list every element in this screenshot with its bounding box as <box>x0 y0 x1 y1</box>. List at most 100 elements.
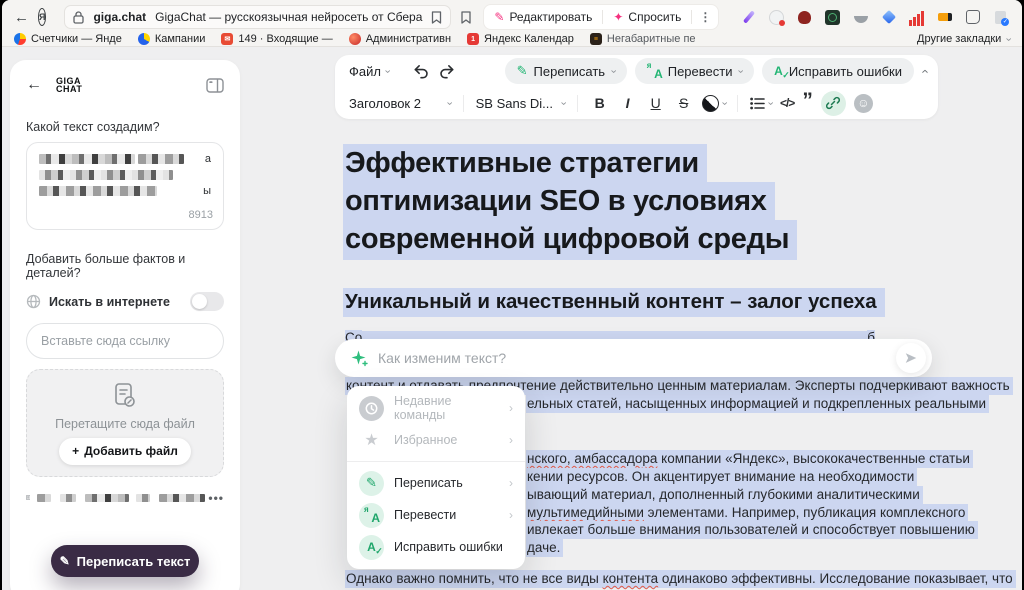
document-h1-line: современной цифровой среды <box>345 223 797 256</box>
bookmark-label: 149 · Входящие — <box>238 33 332 45</box>
font-select[interactable]: SB Sans Di... › <box>476 96 565 111</box>
rewrite-action-button[interactable]: ✎ Переписать › <box>505 58 627 84</box>
bookmark-item[interactable]: Кампании <box>138 33 206 45</box>
extension-icon[interactable] <box>880 9 897 26</box>
extension-icon[interactable] <box>964 9 981 26</box>
more-actions-icon[interactable]: ⋮ <box>692 5 718 29</box>
add-file-label: Добавить файл <box>84 444 178 458</box>
link-icon <box>826 96 840 110</box>
bold-button[interactable]: B <box>590 95 610 111</box>
collapse-panel-icon[interactable] <box>206 78 224 93</box>
attached-file-row[interactable]: ••• <box>10 490 240 505</box>
document-h1-line: Эффективные стратегии <box>345 147 707 180</box>
chevron-down-icon: › <box>765 101 776 105</box>
menu-item-fix-errors[interactable]: A✓ Исправить ошибки <box>347 531 525 563</box>
bookmark-item[interactable]: ✉ 149 · Входящие — <box>221 33 332 45</box>
translate-icon: яA <box>647 64 662 79</box>
link-input[interactable] <box>26 323 224 359</box>
italic-button[interactable]: I <box>618 95 638 111</box>
quote-button[interactable]: ” <box>802 97 813 109</box>
collapse-toolbar-icon[interactable]: › <box>917 69 932 73</box>
chevron-right-icon: › <box>509 433 513 447</box>
prompt-label: Какой текст создадим? <box>10 94 240 142</box>
ask-neuro-button[interactable]: ✦ Спросить <box>603 5 691 29</box>
menu-item-translate[interactable]: яA Перевести › <box>347 499 525 531</box>
translate-action-button[interactable]: яA Перевести › <box>635 58 754 84</box>
bookmark-item[interactable]: Счетчики — Янде <box>14 33 122 45</box>
link-button[interactable] <box>821 91 846 116</box>
divider <box>737 95 738 112</box>
misspelled-word: контента <box>603 571 659 586</box>
dropzone-label: Перетащите сюда файл <box>55 417 195 431</box>
edit-page-button[interactable]: ✎ Редактировать <box>484 5 602 29</box>
address-row: ← Я giga.chat GigaChat — русскоязычная н… <box>2 0 1022 31</box>
direct-favicon <box>138 33 150 45</box>
file-edit-icon <box>113 382 137 410</box>
chevron-down-icon: › <box>735 69 746 73</box>
bookmark-item[interactable]: 1 Яндекс Календар <box>467 33 574 45</box>
paragraph-style-select[interactable]: Заголовок 2 › <box>349 96 451 111</box>
extension-icon[interactable] <box>824 9 841 26</box>
send-button[interactable] <box>896 343 926 373</box>
back-icon[interactable]: ← <box>14 10 29 25</box>
collections-icon[interactable] <box>460 11 472 24</box>
strikethrough-button[interactable]: S <box>674 95 694 111</box>
add-file-button[interactable]: + Добавить файл <box>59 438 191 465</box>
ask-sparkle-icon: ✦ <box>613 10 623 24</box>
web-search-toggle[interactable] <box>190 292 224 311</box>
fix-errors-label: Исправить ошибки <box>789 64 902 79</box>
bookmark-item[interactable]: ≡ Негабаритные пе <box>590 33 696 45</box>
extension-icon[interactable] <box>740 9 757 26</box>
gigachat-logo: GIGA CHAT <box>56 77 82 93</box>
document-h2: Уникальный и качественный контент – зало… <box>345 290 885 314</box>
sparkle-icon <box>351 350 368 367</box>
body-line: нского, амбассадора компании «Яндекс», в… <box>526 450 973 468</box>
menu-item-recent[interactable]: Недавние команды › <box>347 392 525 424</box>
prompt-textarea[interactable]: а ы 8913 <box>26 142 224 230</box>
address-bar[interactable]: giga.chat GigaChat — русскоязычная нейро… <box>64 5 451 29</box>
emoji-button[interactable]: ☺ <box>854 94 873 113</box>
extension-icon[interactable] <box>768 9 785 26</box>
back-arrow-icon[interactable]: ← <box>26 76 42 94</box>
ai-command-bar[interactable]: Как изменим текст? <box>335 339 932 377</box>
fix-errors-action-button[interactable]: A✓ Исправить ошибки <box>762 58 914 84</box>
underline-button[interactable]: U <box>646 95 666 111</box>
file-more-actions-icon[interactable]: ••• <box>208 491 224 505</box>
menu-item-rewrite[interactable]: ✎ Переписать › <box>347 467 525 499</box>
download-icon[interactable] <box>1020 9 1022 26</box>
extension-icon[interactable] <box>936 9 953 26</box>
char-counter: 8913 <box>189 209 213 221</box>
censored-text-line <box>39 170 211 180</box>
web-search-label: Искать в интернете <box>49 295 170 309</box>
document-icon <box>26 490 30 505</box>
extension-icon[interactable]: ✓ <box>992 9 1009 26</box>
bookmark-item[interactable]: Административн <box>349 33 451 45</box>
menu-item-label: Исправить ошибки <box>394 540 513 554</box>
visible-char: ы <box>203 185 211 197</box>
code-button[interactable]: </> <box>780 96 794 110</box>
rewrite-text-button[interactable]: ✎ Переписать текст <box>51 545 199 577</box>
extension-icon[interactable] <box>796 9 813 26</box>
list-button[interactable]: › <box>750 97 772 110</box>
mail-favicon: ✉ <box>221 33 233 45</box>
file-menu[interactable]: Файл › <box>349 64 389 79</box>
bookmark-ribbon-icon[interactable] <box>431 11 442 24</box>
yandex-browser-icon[interactable]: Я <box>38 8 46 26</box>
extension-icon[interactable] <box>852 9 869 26</box>
plus-icon: + <box>72 444 79 458</box>
color-circle-icon <box>702 95 719 112</box>
misspelled-word: мультимедийными <box>527 505 644 520</box>
browser-action-buttons: ✎ Редактировать ✦ Спросить ⋮ <box>483 4 719 30</box>
command-dropdown: Недавние команды › ★ Избранное › ✎ Переп… <box>347 386 525 569</box>
edit-pen-icon: ✎ <box>494 10 504 24</box>
browser-chrome: ← Я giga.chat GigaChat — русскоязычная н… <box>2 0 1022 47</box>
censored-text-line: ы <box>39 185 211 197</box>
undo-button[interactable] <box>413 63 430 79</box>
extension-icon[interactable] <box>908 9 925 26</box>
file-dropzone[interactable]: Перетащите сюда файл + Добавить файл <box>26 369 224 477</box>
redo-button[interactable] <box>438 63 455 79</box>
font-value: SB Sans Di... <box>476 96 553 111</box>
other-bookmarks-button[interactable]: Другие закладки › <box>917 33 1010 45</box>
menu-item-favorites[interactable]: ★ Избранное › <box>347 424 525 456</box>
text-color-button[interactable]: › <box>702 95 726 112</box>
